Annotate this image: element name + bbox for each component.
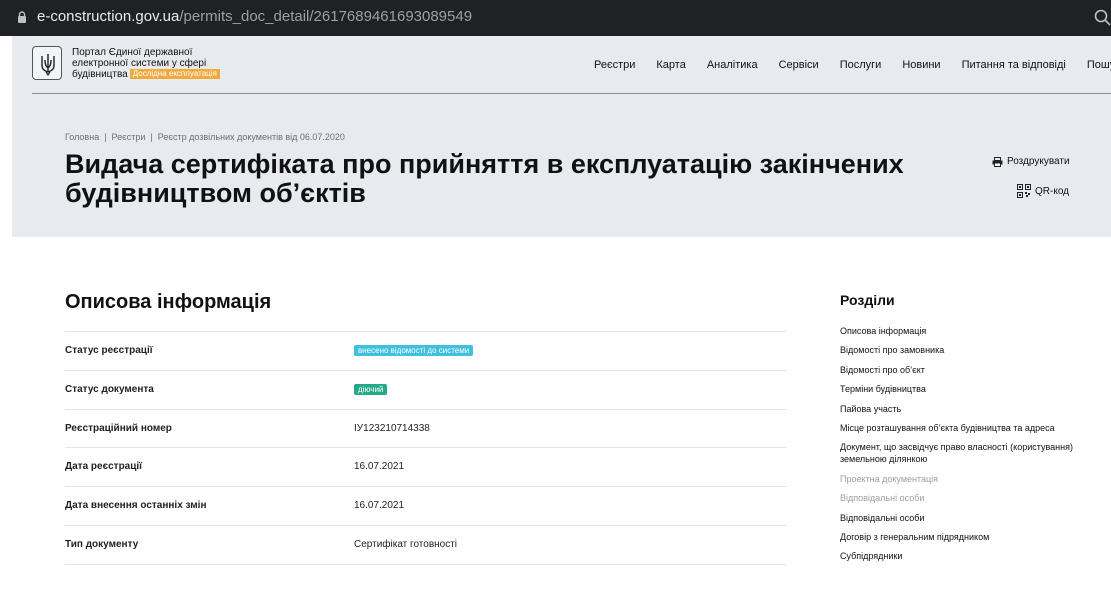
section-title-description: Описова інформація [65, 291, 272, 313]
left-margin [0, 36, 12, 570]
sections-title: Розділи [840, 292, 895, 308]
breadcrumb-current[interactable]: Реєстр дозвільних документів від 06.07.2… [158, 132, 345, 142]
breadcrumb: Головна | Реєстри | Реєстр дозвільних докуме… [65, 132, 345, 142]
qr-code-label: QR-код [1035, 185, 1069, 197]
row-value: 16.07.2021 [354, 500, 405, 512]
section-link-disabled: Відповідальні особи [840, 493, 925, 504]
section-link[interactable]: Пайова участь [840, 403, 1080, 415]
table-row: Статус документа діючий [65, 369, 787, 409]
menu-item-news[interactable]: Новини [902, 59, 940, 73]
top-navigation: Портал Єдиної державної електронної сист… [32, 44, 1111, 94]
row-label: Дата внесення останніх змін [65, 500, 207, 512]
page-header: Портал Єдиної державної електронної сист… [12, 36, 1111, 237]
table-row: Дата внесення останніх змін 16.07.2021 [65, 486, 787, 525]
print-label: Роздрукувати [1007, 156, 1070, 167]
row-value: 16.07.2021 [354, 461, 405, 473]
document-status-badge: діючий [354, 383, 388, 395]
printer-icon [992, 156, 1003, 167]
section-link[interactable]: Відомості про замовника [840, 344, 1080, 356]
section-link-disabled: Проектна документація [840, 473, 939, 484]
row-label: Тип документу [65, 538, 139, 550]
main-content: Описова інформація Статус реєстрації вне… [12, 237, 1111, 570]
menu-item-analytics[interactable]: Аналітика [707, 59, 758, 73]
row-value: Сертифікат готовності [354, 538, 458, 550]
qr-code-button[interactable]: QR-код [1017, 184, 1069, 198]
url-path: /permits_doc_detail/2617689461693089549 [179, 8, 473, 25]
menu-item-registries[interactable]: Реєстри [594, 59, 635, 73]
section-link[interactable]: Терміни будівництва [840, 383, 1080, 395]
table-row: Тип документу Сертифікат готовності [65, 524, 787, 564]
section-link[interactable]: Документ, що засвідчує право власності (… [840, 441, 1080, 465]
breadcrumb-registries[interactable]: Реєстри [112, 132, 146, 142]
section-link[interactable]: Описова інформація [840, 325, 1080, 337]
search-icon[interactable] [1093, 8, 1111, 26]
menu-item-offerings[interactable]: Послуги [840, 59, 882, 73]
sections-nav: Описова інформація Відомості про замовни… [840, 325, 1080, 570]
browser-address-bar: e-construction.gov.ua/permits_doc_detail… [0, 0, 1111, 36]
section-link[interactable]: Відомості про об’єкт [840, 364, 1080, 376]
table-row: Статус реєстрації внесено відомості до с… [65, 331, 787, 370]
qr-code-icon [1017, 184, 1031, 198]
row-value: ІУ123210714338 [354, 422, 430, 434]
main-menu: Реєстри Карта Аналітика Сервіси Послуги … [594, 59, 1111, 73]
registration-status-badge: внесено відомості до системи [354, 345, 474, 356]
beta-badge: Дослідна експлуатація [129, 69, 220, 79]
trident-icon [41, 54, 55, 76]
url-field[interactable]: e-construction.gov.ua/permits_doc_detail… [37, 8, 472, 25]
logo[interactable] [32, 46, 62, 80]
info-table: Статус реєстрації внесено відомості до с… [65, 331, 787, 603]
table-row: Дата реєстрації 16.07.2021 [65, 447, 787, 486]
menu-item-map[interactable]: Карта [656, 59, 685, 73]
row-label: Статус реєстрації [65, 345, 153, 356]
breadcrumb-home[interactable]: Головна [65, 132, 99, 142]
portal-title: Портал Єдиної державної електронної сист… [72, 47, 242, 80]
section-link[interactable]: Субпідрядники [840, 550, 1080, 562]
row-label: Реєстраційний номер [65, 422, 172, 434]
menu-item-search[interactable]: Пошук [1087, 59, 1111, 73]
section-link[interactable]: Відповідальні особи [840, 512, 1080, 524]
page-title: Видача сертифіката про прийняття в експл… [65, 149, 904, 208]
row-label: Дата реєстрації [65, 461, 142, 473]
table-row: Реєстраційний номер ІУ123210714338 [65, 408, 787, 448]
print-button[interactable]: Роздрукувати [992, 156, 1070, 167]
section-link[interactable]: Договір з генеральним підрядником [840, 531, 1080, 543]
lock-icon [18, 11, 26, 23]
row-label: Статус документа [65, 383, 154, 395]
url-domain: e-construction.gov.ua [37, 8, 180, 25]
section-link[interactable]: Місце розташування об’єкта будівництва т… [840, 422, 1080, 434]
menu-item-faq[interactable]: Питання та відповіді [962, 59, 1066, 73]
menu-item-services[interactable]: Сервіси [779, 59, 819, 73]
